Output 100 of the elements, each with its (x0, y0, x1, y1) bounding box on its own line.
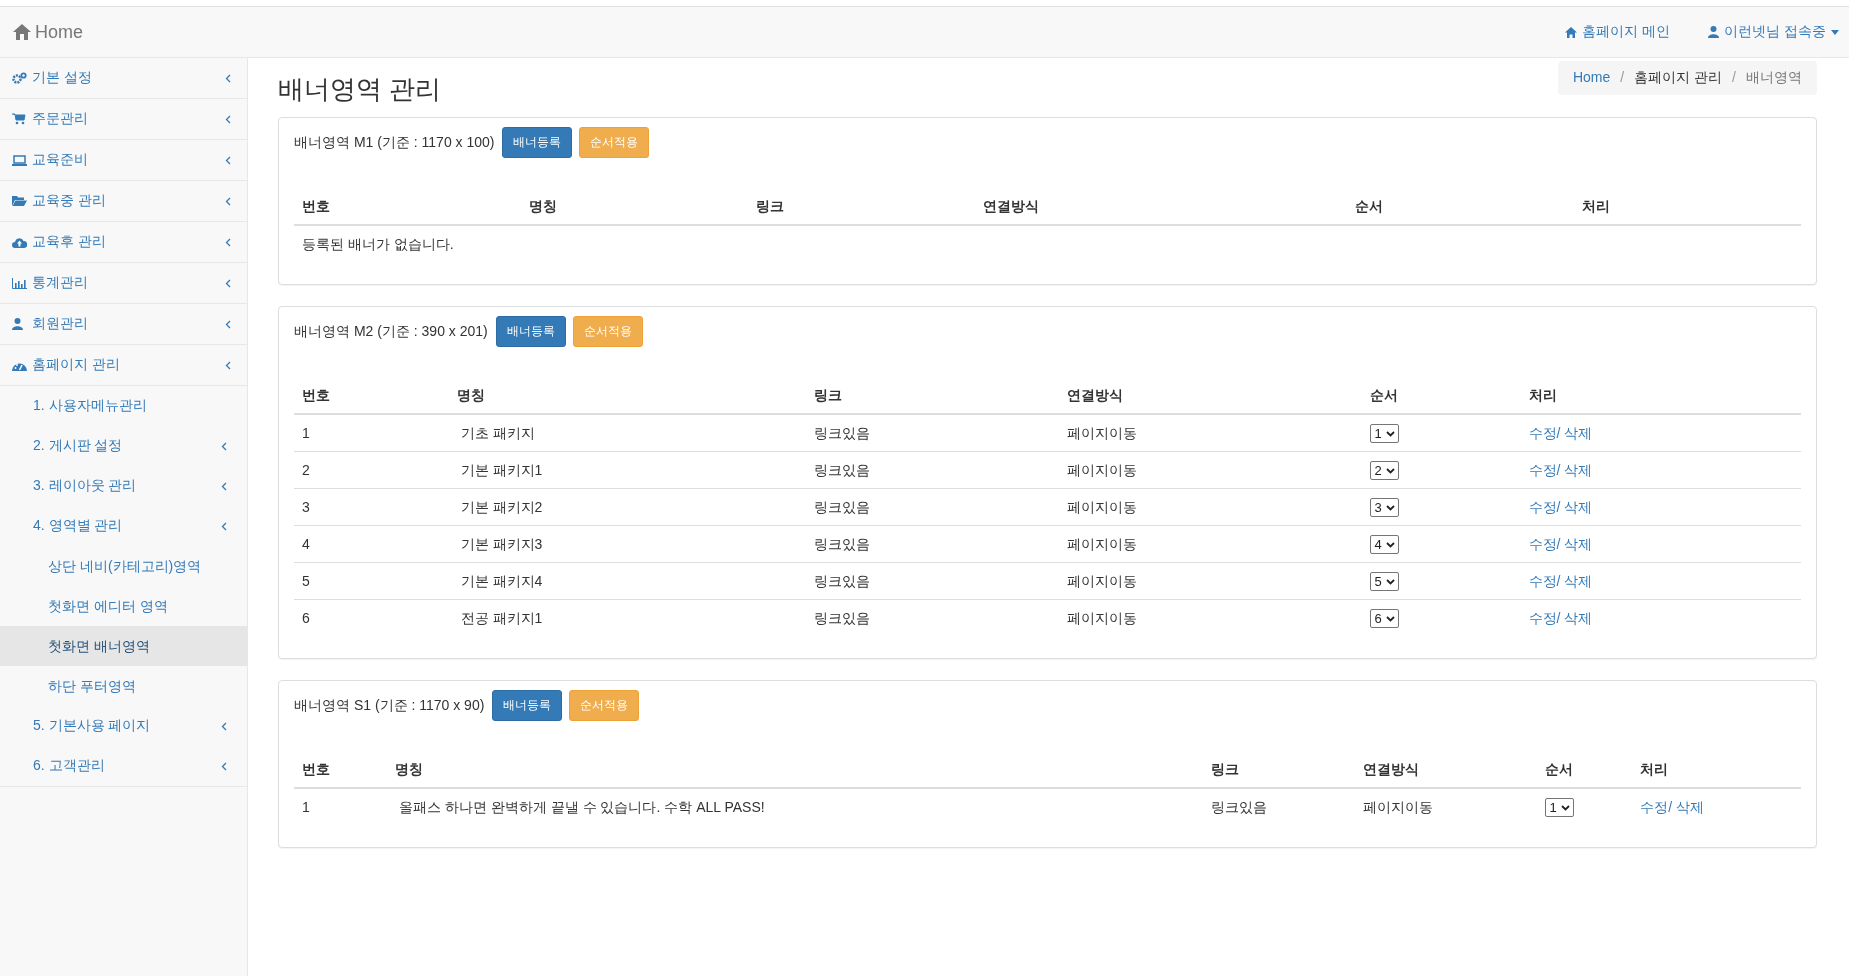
chevron-left-icon (225, 319, 231, 329)
table-cell: 3 (294, 488, 449, 526)
table-cell: 기본 패키지2 (448, 488, 807, 526)
chevron-down-icon (1385, 504, 1395, 511)
edit-delete-link[interactable]: 수정/ 삭제 (1528, 462, 1593, 478)
order-select[interactable]: 1 (1369, 424, 1399, 443)
edit-delete-link[interactable]: 수정/ 삭제 (1528, 425, 1593, 441)
edit-delete-link[interactable]: 수정/ 삭제 (1528, 536, 1593, 552)
column-header: 처리 (1632, 751, 1801, 788)
caret-icon (1831, 29, 1839, 35)
chevron-down-icon (1385, 467, 1395, 474)
column-header: 명칭 (387, 751, 1203, 788)
sidebar-item[interactable]: 회원관리 (0, 304, 247, 345)
sidebar-subitem[interactable]: 첫화면 에디터 영역 (0, 586, 247, 626)
table-cell: 4 (294, 525, 449, 563)
column-header: 연결방식 (975, 188, 1347, 225)
cloud-upload-icon (12, 236, 27, 248)
column-header: 명칭 (521, 188, 749, 225)
chevron-left-icon (225, 155, 231, 165)
sidebar-item[interactable]: 교육준비 (0, 140, 247, 181)
table-cell: 5 (294, 562, 449, 600)
column-header: 링크 (748, 188, 976, 225)
register-banner-button[interactable]: 배너등록 (492, 690, 563, 721)
order-select[interactable]: 2 (1369, 461, 1399, 480)
table-cell: 링크있음 (806, 599, 1060, 636)
cart-icon (12, 113, 26, 125)
register-banner-button[interactable]: 배너등록 (502, 127, 573, 158)
column-header: 명칭 (448, 377, 807, 414)
column-header: 링크 (806, 377, 1060, 414)
edit-delete-link[interactable]: 수정/ 삭제 (1640, 799, 1705, 815)
column-header: 연결방식 (1354, 751, 1537, 788)
table-cell: 페이지이동 (1354, 788, 1537, 825)
table-cell: 1 (294, 414, 449, 452)
panel-title: 배너영역 M1 (기준 : 1170 x 100) (294, 133, 495, 152)
sidebar-subitem[interactable]: 3. 레이아웃 관리 (0, 466, 247, 506)
edit-delete-link[interactable]: 수정/ 삭제 (1528, 499, 1593, 515)
home-icon (1565, 26, 1578, 38)
home-icon (12, 23, 32, 41)
folder-icon (12, 195, 27, 207)
breadcrumb-link[interactable]: Home (1572, 69, 1611, 87)
panel-title: 배너영역 S1 (기준 : 1170 x 90) (294, 696, 485, 715)
table-cell: 전공 패키지1 (448, 599, 807, 636)
chevron-down-icon (1385, 541, 1395, 548)
table-cell: 페이지이동 (1059, 599, 1362, 636)
chevron-left-icon (225, 114, 231, 124)
chevron-left-icon (225, 73, 231, 83)
table-cell: 페이지이동 (1059, 451, 1362, 489)
sidebar-item[interactable]: 교육후 관리 (0, 222, 247, 263)
table-cell: 링크있음 (806, 562, 1060, 600)
laptop-icon (12, 154, 27, 166)
sidebar-subitem[interactable]: 6. 고객관리 (0, 746, 247, 787)
sidebar-item[interactable]: 기본 설정 (0, 58, 247, 99)
chevron-left-icon (225, 360, 231, 370)
column-header: 링크 (1202, 751, 1355, 788)
chevron-left-icon (221, 721, 227, 731)
order-select[interactable]: 1 (1544, 798, 1574, 817)
chevron-left-icon (225, 196, 231, 206)
table-cell: 1 (294, 788, 388, 825)
edit-delete-link[interactable]: 수정/ 삭제 (1528, 573, 1593, 589)
order-select[interactable]: 5 (1369, 572, 1399, 591)
order-select[interactable]: 6 (1369, 609, 1399, 628)
sidebar-item[interactable]: 주문관리 (0, 99, 247, 140)
sidebar-subitem[interactable]: 1. 사용자메뉴관리 (0, 386, 247, 426)
column-header: 번호 (294, 751, 388, 788)
sidebar-subitem[interactable]: 5. 기본사용 페이지 (0, 706, 247, 746)
sidebar-subitem[interactable]: 하단 푸터영역 (0, 666, 247, 706)
sidebar-item[interactable]: 교육중 관리 (0, 181, 247, 222)
table-cell: 기초 패키지 (448, 414, 807, 452)
user-menu-link[interactable]: 이런넷님 접속중 (1708, 23, 1839, 41)
user-icon (12, 318, 23, 330)
table-cell: 6 (294, 599, 449, 636)
sidebar-subitem[interactable]: 첫화면 배너영역 (0, 626, 247, 666)
home-link[interactable]: Home (12, 21, 83, 43)
table-cell: 링크있음 (806, 488, 1060, 526)
homepage-link[interactable]: 홈페이지 메인 (1565, 23, 1671, 41)
register-banner-button[interactable]: 배너등록 (495, 316, 566, 347)
sidebar-item[interactable]: 통계관리 (0, 263, 247, 304)
column-header: 순서 (1346, 188, 1574, 225)
sidebar-item[interactable]: 홈페이지 관리 (0, 345, 247, 386)
chevron-left-icon (221, 481, 227, 491)
column-header: 번호 (294, 377, 449, 414)
sidebar-subitem[interactable]: 2. 게시판 설정 (0, 426, 247, 466)
table-cell: 기본 패키지3 (448, 525, 807, 563)
table-cell: 페이지이동 (1059, 414, 1362, 452)
edit-delete-link[interactable]: 수정/ 삭제 (1528, 610, 1593, 626)
chevron-left-icon (221, 521, 227, 531)
sidebar-subitem[interactable]: 상단 네비(카테고리)영역 (0, 546, 247, 586)
breadcrumb-item: 홈페이지 관리 (1634, 69, 1723, 87)
table-cell: 2 (294, 451, 449, 489)
order-select[interactable]: 3 (1369, 498, 1399, 517)
table-cell: 페이지이동 (1059, 525, 1362, 563)
column-header: 순서 (1361, 377, 1521, 414)
chevron-down-icon (1385, 615, 1395, 622)
table-cell: 기본 패키지4 (448, 562, 807, 600)
order-select[interactable]: 4 (1369, 535, 1399, 554)
chevron-down-icon (1385, 578, 1395, 585)
column-header: 번호 (294, 188, 522, 225)
chevron-left-icon (221, 761, 227, 771)
sidebar-subitem[interactable]: 4. 영역별 관리 (0, 506, 247, 546)
table-cell: 링크있음 (806, 525, 1060, 563)
